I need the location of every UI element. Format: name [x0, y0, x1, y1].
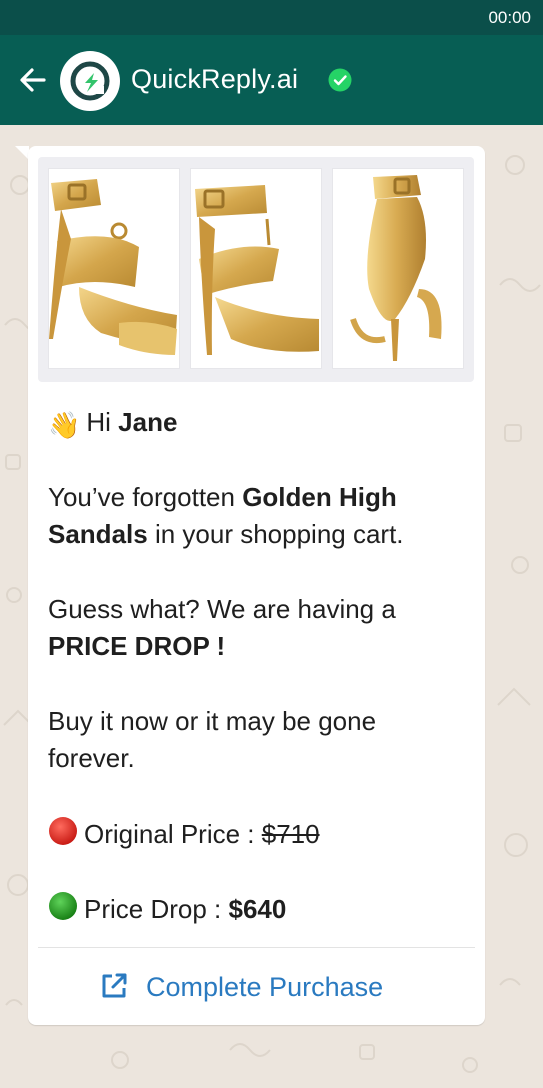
product-image-back[interactable]	[332, 168, 464, 369]
status-bar: 00:00	[0, 0, 543, 35]
waving-hand-icon: 👋	[48, 410, 81, 440]
green-circle-icon	[49, 892, 77, 920]
complete-purchase-label: Complete Purchase	[146, 972, 384, 1002]
original-price-value: $710	[261, 819, 320, 849]
drop-price-label: Price Drop :	[84, 894, 229, 924]
promo-text: Guess what? We are having a PRICE DROP !	[48, 594, 396, 661]
bubble-tail	[15, 146, 29, 160]
complete-purchase-button[interactable]: Complete Purchase	[28, 950, 485, 1025]
product-image-gallery	[38, 157, 474, 382]
price-drop-highlight: PRICE DROP !	[48, 631, 226, 661]
quickreply-logo-icon	[70, 61, 110, 101]
status-time: 00:00	[488, 8, 531, 27]
original-price-label: Original Price :	[84, 819, 262, 849]
message-bubble: 👋 Hi Jane You’ve forgotten Golden High Sa…	[28, 146, 485, 1025]
external-link-icon	[102, 973, 127, 998]
sandal-side-view-image	[195, 185, 319, 355]
arrow-back-icon[interactable]	[14, 61, 52, 99]
sandal-back-view-image	[350, 175, 442, 361]
sandal-angle-view-image	[49, 179, 177, 355]
original-price-line: Original Price : $710	[48, 816, 320, 853]
product-image-angle[interactable]	[48, 168, 180, 369]
customer-name: Jane	[118, 407, 178, 437]
drop-price-value: $640	[228, 894, 287, 924]
greeting-text: 👋 Hi Jane	[48, 404, 177, 444]
product-name-line2: Sandals	[48, 519, 148, 549]
cta-divider	[38, 947, 475, 948]
red-circle-icon	[49, 817, 77, 845]
drop-price-line: Price Drop : $640	[48, 891, 286, 928]
verified-check-icon	[328, 68, 352, 92]
product-image-side[interactable]	[190, 168, 322, 369]
product-name-line1: Golden High	[242, 482, 397, 512]
chat-header: QuickReply.ai	[0, 35, 543, 125]
app-name[interactable]: QuickReply.ai	[131, 64, 298, 95]
urgency-text: Buy it now or it may be gone forever.	[48, 706, 377, 773]
avatar[interactable]	[60, 51, 120, 111]
forgot-text: You’ve forgotten Golden High Sandals in …	[48, 482, 404, 549]
